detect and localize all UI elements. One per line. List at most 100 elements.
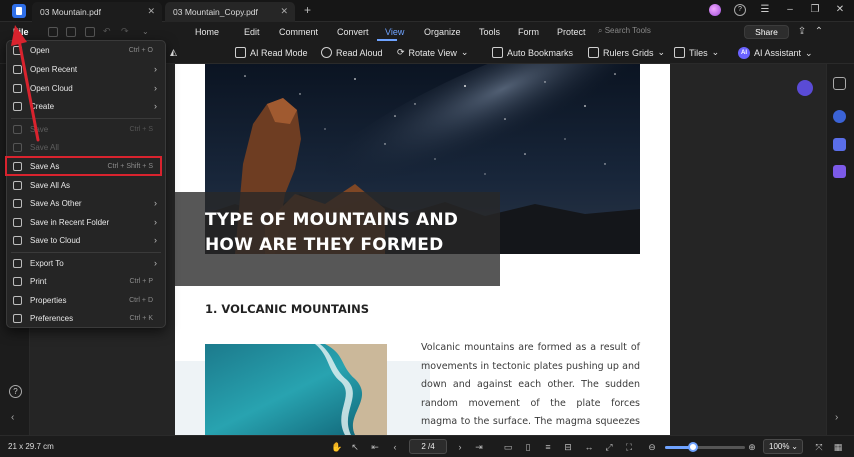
read-mode-icon	[235, 47, 246, 58]
file-menu-open-cloud[interactable]: Open Cloud ›	[7, 79, 165, 97]
menu-icon[interactable]: ☰	[759, 4, 771, 16]
scroll-view-icon[interactable]: ≡	[543, 442, 553, 452]
menu-home[interactable]: Home	[195, 27, 244, 37]
ai-assistant-icon: AI	[738, 47, 750, 59]
upload-icon[interactable]: ⇪	[796, 26, 808, 38]
folder-icon	[13, 217, 22, 227]
maximize-icon[interactable]: ❐	[809, 4, 821, 16]
zoom-level-select[interactable]: 100% ⌄	[763, 439, 803, 454]
menu-view[interactable]: View	[385, 27, 424, 37]
full-screen-icon[interactable]: ⛶	[624, 442, 634, 452]
rotate-view-button[interactable]: ⟳ Rotate View ⌄	[397, 47, 468, 58]
ai-chat-icon[interactable]	[833, 110, 846, 123]
close-window-icon[interactable]: ✕	[834, 4, 846, 16]
expand-icon[interactable]: ⌃	[813, 26, 825, 38]
undo-icon[interactable]: ↶	[103, 27, 113, 37]
menu-edit[interactable]: Edit	[244, 27, 279, 37]
coast-photo	[205, 344, 387, 435]
tab-bar: 03 Mountain.pdf ✕ 03 Mountain_Copy.pdf ✕…	[0, 0, 854, 22]
menu-convert[interactable]: Convert	[337, 27, 385, 37]
file-menu-create[interactable]: Create ›	[7, 97, 165, 115]
save-icon[interactable]	[66, 27, 76, 37]
menu-form[interactable]: Form	[518, 27, 557, 37]
minimize-icon[interactable]: –	[784, 4, 796, 16]
select-tool-icon[interactable]: ↖	[350, 442, 360, 452]
zoom-level-label: 100%	[769, 442, 790, 451]
paint-bucket-icon: ◭	[170, 47, 177, 57]
zoom-slider-handle[interactable]	[688, 442, 698, 452]
file-menu-save-all: Save All	[7, 138, 165, 156]
share-button[interactable]: Share	[744, 25, 789, 39]
ai-assistant-button[interactable]: AI AI Assistant ⌄	[738, 47, 813, 59]
file-menu-save-as-other[interactable]: Save As Other ›	[7, 194, 165, 212]
rotate-icon: ⟳	[397, 47, 405, 57]
read-aloud-button[interactable]: Read Aloud	[321, 47, 383, 58]
menu-label: Preferences	[30, 313, 74, 323]
rulers-button[interactable]: Rulers	[588, 47, 629, 58]
shield-check-icon[interactable]	[833, 165, 846, 178]
zoom-out-icon[interactable]: ⊖	[647, 442, 657, 452]
last-page-icon[interactable]: ⇥	[474, 442, 484, 452]
tab-03-mountain[interactable]: 03 Mountain.pdf ✕	[32, 2, 162, 22]
fill-tool[interactable]: ◭	[170, 47, 177, 58]
auto-bookmarks-button[interactable]: Auto Bookmarks	[492, 47, 573, 58]
chevron-down-icon: ⌄	[657, 47, 666, 57]
zoom-slider[interactable]	[665, 446, 745, 449]
hand-tool-icon[interactable]: ✋	[331, 442, 342, 452]
collapse-left-icon[interactable]: ‹	[11, 412, 14, 423]
shortcut-label: Ctrl + S	[129, 125, 153, 133]
file-menu-save-to-cloud[interactable]: Save to Cloud ›	[7, 231, 165, 249]
save-icon	[13, 124, 22, 134]
two-page-icon[interactable]: ▯	[523, 442, 533, 452]
file-menu-open-recent[interactable]: Open Recent ›	[7, 60, 165, 78]
fit-width-icon[interactable]: ↔	[584, 442, 594, 452]
menu-organize[interactable]: Organize	[424, 27, 479, 37]
file-menu-preferences[interactable]: Preferences Ctrl + K	[7, 309, 165, 327]
file-menu-properties[interactable]: Properties Ctrl + D	[7, 291, 165, 309]
print-icon[interactable]	[85, 27, 95, 37]
translate-icon[interactable]	[833, 138, 846, 151]
file-menu-open[interactable]: Open Ctrl + O	[7, 41, 165, 59]
page-number-input[interactable]: 2 /4	[409, 439, 447, 454]
help-icon[interactable]: ?	[9, 385, 22, 398]
customize-toolbar-icon[interactable]: ⌄	[142, 27, 152, 37]
file-menu-save-recent-folder[interactable]: Save in Recent Folder ›	[7, 213, 165, 231]
app-logo-icon[interactable]	[12, 4, 26, 18]
fit-page-icon[interactable]: ⤢	[604, 442, 614, 452]
menu-protect[interactable]: Protect	[557, 27, 602, 37]
tiles-button[interactable]: Tiles ⌄	[674, 47, 719, 58]
grids-button[interactable]: Grids ⌄	[632, 47, 665, 58]
menu-comment[interactable]: Comment	[279, 27, 337, 37]
first-page-icon[interactable]: ⇤	[370, 442, 380, 452]
fit-screen-icon[interactable]: ⤧	[814, 442, 824, 452]
file-menu-save-all-as[interactable]: Save All As	[7, 176, 165, 194]
menu-label: Open Cloud	[30, 83, 73, 93]
avatar[interactable]	[709, 4, 721, 16]
new-tab-icon[interactable]: +	[304, 3, 311, 17]
layout-icon[interactable]: ▦	[833, 442, 843, 452]
next-page-icon[interactable]: ›	[455, 442, 465, 452]
help-circle-icon[interactable]: ?	[734, 4, 746, 16]
zoom-in-icon[interactable]: ⊕	[747, 442, 757, 452]
previous-page-icon[interactable]: ‹	[390, 442, 400, 452]
save-as-highlight-box	[5, 156, 162, 176]
file-menu-button[interactable]: File	[13, 27, 29, 37]
redo-icon[interactable]: ↷	[121, 27, 131, 37]
menu-tools[interactable]: Tools	[479, 27, 518, 37]
menu-divider	[11, 118, 161, 119]
search-tools-input[interactable]: ⌕ Search Tools	[598, 26, 651, 36]
split-view-icon[interactable]: ⊟	[563, 442, 573, 452]
file-menu-print[interactable]: Print Ctrl + P	[7, 272, 165, 290]
close-icon[interactable]: ✕	[147, 6, 155, 17]
single-page-icon[interactable]: ▭	[503, 442, 513, 452]
close-icon[interactable]: ✕	[280, 6, 288, 17]
file-menu-export-to[interactable]: Export To ›	[7, 254, 165, 272]
collapse-right-icon[interactable]: ›	[835, 412, 838, 423]
floating-ai-icon[interactable]	[797, 80, 813, 96]
properties-icon[interactable]	[833, 77, 846, 90]
new-file-icon[interactable]	[48, 27, 58, 37]
ai-read-mode-button[interactable]: AI Read Mode	[235, 47, 308, 58]
create-file-icon	[13, 101, 22, 111]
menu-label: Open	[30, 45, 50, 55]
tab-03-mountain-copy[interactable]: 03 Mountain_Copy.pdf ✕	[165, 2, 295, 22]
